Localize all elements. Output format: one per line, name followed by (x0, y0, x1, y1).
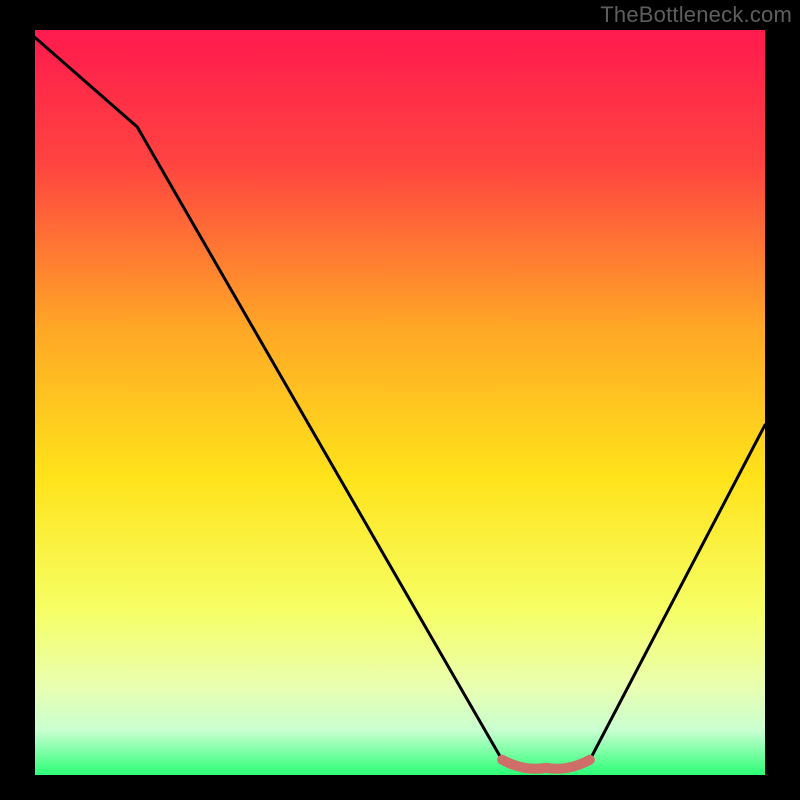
chart-frame: TheBottleneck.com (0, 0, 800, 800)
bottleneck-chart (0, 0, 800, 800)
watermark-label: TheBottleneck.com (600, 2, 792, 28)
